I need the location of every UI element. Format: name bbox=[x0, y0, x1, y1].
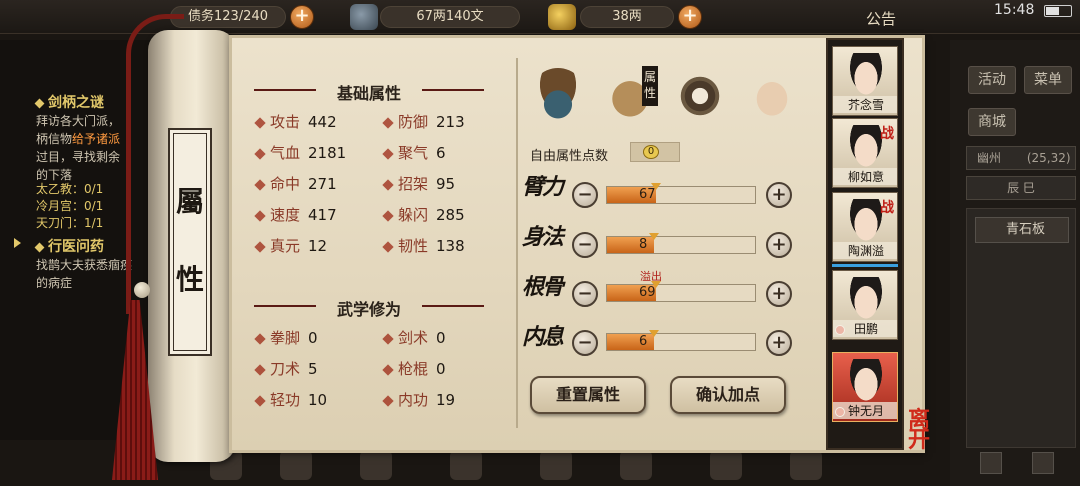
avatar bbox=[848, 199, 884, 241]
decrease-constitution-button[interactable]: − bbox=[572, 281, 598, 307]
menu-button[interactable]: 菜单 bbox=[1024, 66, 1072, 94]
debt-counter: 债务123/240 bbox=[170, 6, 286, 28]
time-period: 辰 巳 bbox=[966, 176, 1076, 200]
stat-attack: 攻击 442 bbox=[254, 111, 337, 132]
hp-bar bbox=[832, 264, 898, 267]
skill-sword: 剑术 0 bbox=[382, 327, 446, 348]
decrease-strength-button[interactable]: − bbox=[572, 182, 598, 208]
map-icon[interactable] bbox=[710, 450, 742, 480]
stat-accuracy: 命中 271 bbox=[254, 173, 337, 194]
skill-spear: 枪棍 0 bbox=[382, 358, 446, 379]
stat-toughness: 韧性 138 bbox=[382, 235, 465, 256]
stat-defense: 防御 213 bbox=[382, 111, 465, 132]
location-display: 幽州 (25,32) bbox=[966, 146, 1076, 170]
stat-focus: 聚气 6 bbox=[382, 142, 446, 163]
bagua-tab-icon[interactable] bbox=[672, 68, 728, 124]
strength-bar: 67 bbox=[606, 183, 756, 204]
decrease-agility-button[interactable]: − bbox=[572, 232, 598, 258]
meridian-tab-icon[interactable] bbox=[744, 68, 800, 124]
gold-icon bbox=[548, 4, 576, 30]
avatar bbox=[848, 125, 884, 167]
attr-constitution-label: 根骨 bbox=[522, 274, 564, 300]
character-tab-icon[interactable] bbox=[530, 68, 586, 124]
constitution-bar: 69 bbox=[606, 281, 756, 302]
party-member[interactable]: 田鹏 bbox=[832, 270, 898, 340]
stat-dodge: 躲闪 285 bbox=[382, 204, 465, 225]
attr-agility-label: 身法 bbox=[522, 224, 564, 250]
journal-icon[interactable] bbox=[620, 450, 652, 480]
quest-progress: 太乙教：0/1 bbox=[36, 182, 104, 196]
skill-blade: 刀术 5 bbox=[254, 358, 318, 379]
clock: 15:48 bbox=[994, 2, 1035, 18]
stat-energy: 真元 12 bbox=[254, 235, 327, 256]
settings-icon[interactable] bbox=[790, 450, 822, 480]
activity-button[interactable]: 活动 bbox=[968, 66, 1016, 94]
party-member-selected[interactable]: 钟无月 bbox=[832, 352, 898, 422]
increase-breath-button[interactable]: + bbox=[766, 330, 792, 356]
quest-title[interactable]: 剑柄之谜 bbox=[34, 92, 104, 112]
decrease-breath-button[interactable]: − bbox=[572, 330, 598, 356]
chevron-right-icon[interactable] bbox=[14, 238, 21, 248]
attr-strength-label: 臂力 bbox=[522, 174, 564, 200]
breath-bar: 6 bbox=[606, 330, 756, 351]
battery-icon bbox=[1044, 5, 1072, 17]
party-member[interactable]: 战 陶渊溢 bbox=[832, 192, 898, 262]
tab-attributes-label: 属性 bbox=[642, 66, 658, 106]
stat-speed: 速度 417 bbox=[254, 204, 337, 225]
shop-button[interactable]: 商城 bbox=[968, 108, 1016, 136]
item-slot[interactable]: 青石板 bbox=[975, 217, 1069, 243]
party-member[interactable]: 战 柳如意 bbox=[832, 118, 898, 188]
slot-icon[interactable] bbox=[1032, 452, 1054, 474]
agility-bar: 8 bbox=[606, 233, 756, 254]
free-points-value: 0 bbox=[643, 145, 659, 159]
quest-title[interactable]: 行医问药 bbox=[34, 236, 104, 256]
basic-attributes-title: 基础属性 bbox=[254, 80, 484, 104]
leave-button[interactable]: 离开 bbox=[908, 409, 948, 451]
bead-icon bbox=[134, 282, 150, 298]
book-icon[interactable] bbox=[360, 450, 392, 480]
quest-progress: 冷月宫：0/1 bbox=[36, 199, 104, 213]
increase-strength-button[interactable]: + bbox=[766, 182, 792, 208]
skill-icon[interactable] bbox=[450, 450, 482, 480]
free-points-label: 自由属性点数 bbox=[530, 149, 609, 164]
reset-attributes-button[interactable]: 重置属性 bbox=[530, 376, 646, 414]
stat-parry: 招架 95 bbox=[382, 173, 455, 194]
free-points-box: 0 bbox=[630, 142, 680, 162]
bottom-bar bbox=[150, 444, 950, 486]
stat-hp: 气血 2181 bbox=[254, 142, 346, 163]
gold-display: 38两 bbox=[580, 6, 674, 28]
notice-button[interactable]: 公告 bbox=[866, 8, 896, 29]
avatar bbox=[848, 277, 884, 319]
money-display: 67两140文 bbox=[380, 6, 520, 28]
increase-constitution-button[interactable]: + bbox=[766, 281, 792, 307]
quest-progress: 天刀门：1/1 bbox=[36, 216, 104, 230]
item-box: 青石板 bbox=[966, 208, 1076, 448]
attr-breath-label: 内息 bbox=[522, 324, 564, 350]
scroll-icon[interactable] bbox=[540, 450, 572, 480]
avatar bbox=[848, 53, 884, 95]
team-icon[interactable] bbox=[280, 450, 312, 480]
avatar bbox=[848, 359, 884, 401]
page-title: 屬 性 bbox=[168, 128, 212, 356]
add-debt-button[interactable]: + bbox=[290, 5, 314, 29]
skill-lightness: 轻功 10 bbox=[254, 389, 327, 410]
martial-skills-title: 武学修为 bbox=[254, 296, 484, 320]
silver-icon bbox=[350, 4, 378, 30]
skill-inner: 内功 19 bbox=[382, 389, 455, 410]
skill-fist: 拳脚 0 bbox=[254, 327, 318, 348]
confirm-points-button[interactable]: 确认加点 bbox=[670, 376, 786, 414]
slot-icon[interactable] bbox=[980, 452, 1002, 474]
divider bbox=[516, 58, 518, 428]
add-gold-button[interactable]: + bbox=[678, 5, 702, 29]
increase-agility-button[interactable]: + bbox=[766, 232, 792, 258]
party-member[interactable]: 芥念雪 bbox=[832, 46, 898, 116]
